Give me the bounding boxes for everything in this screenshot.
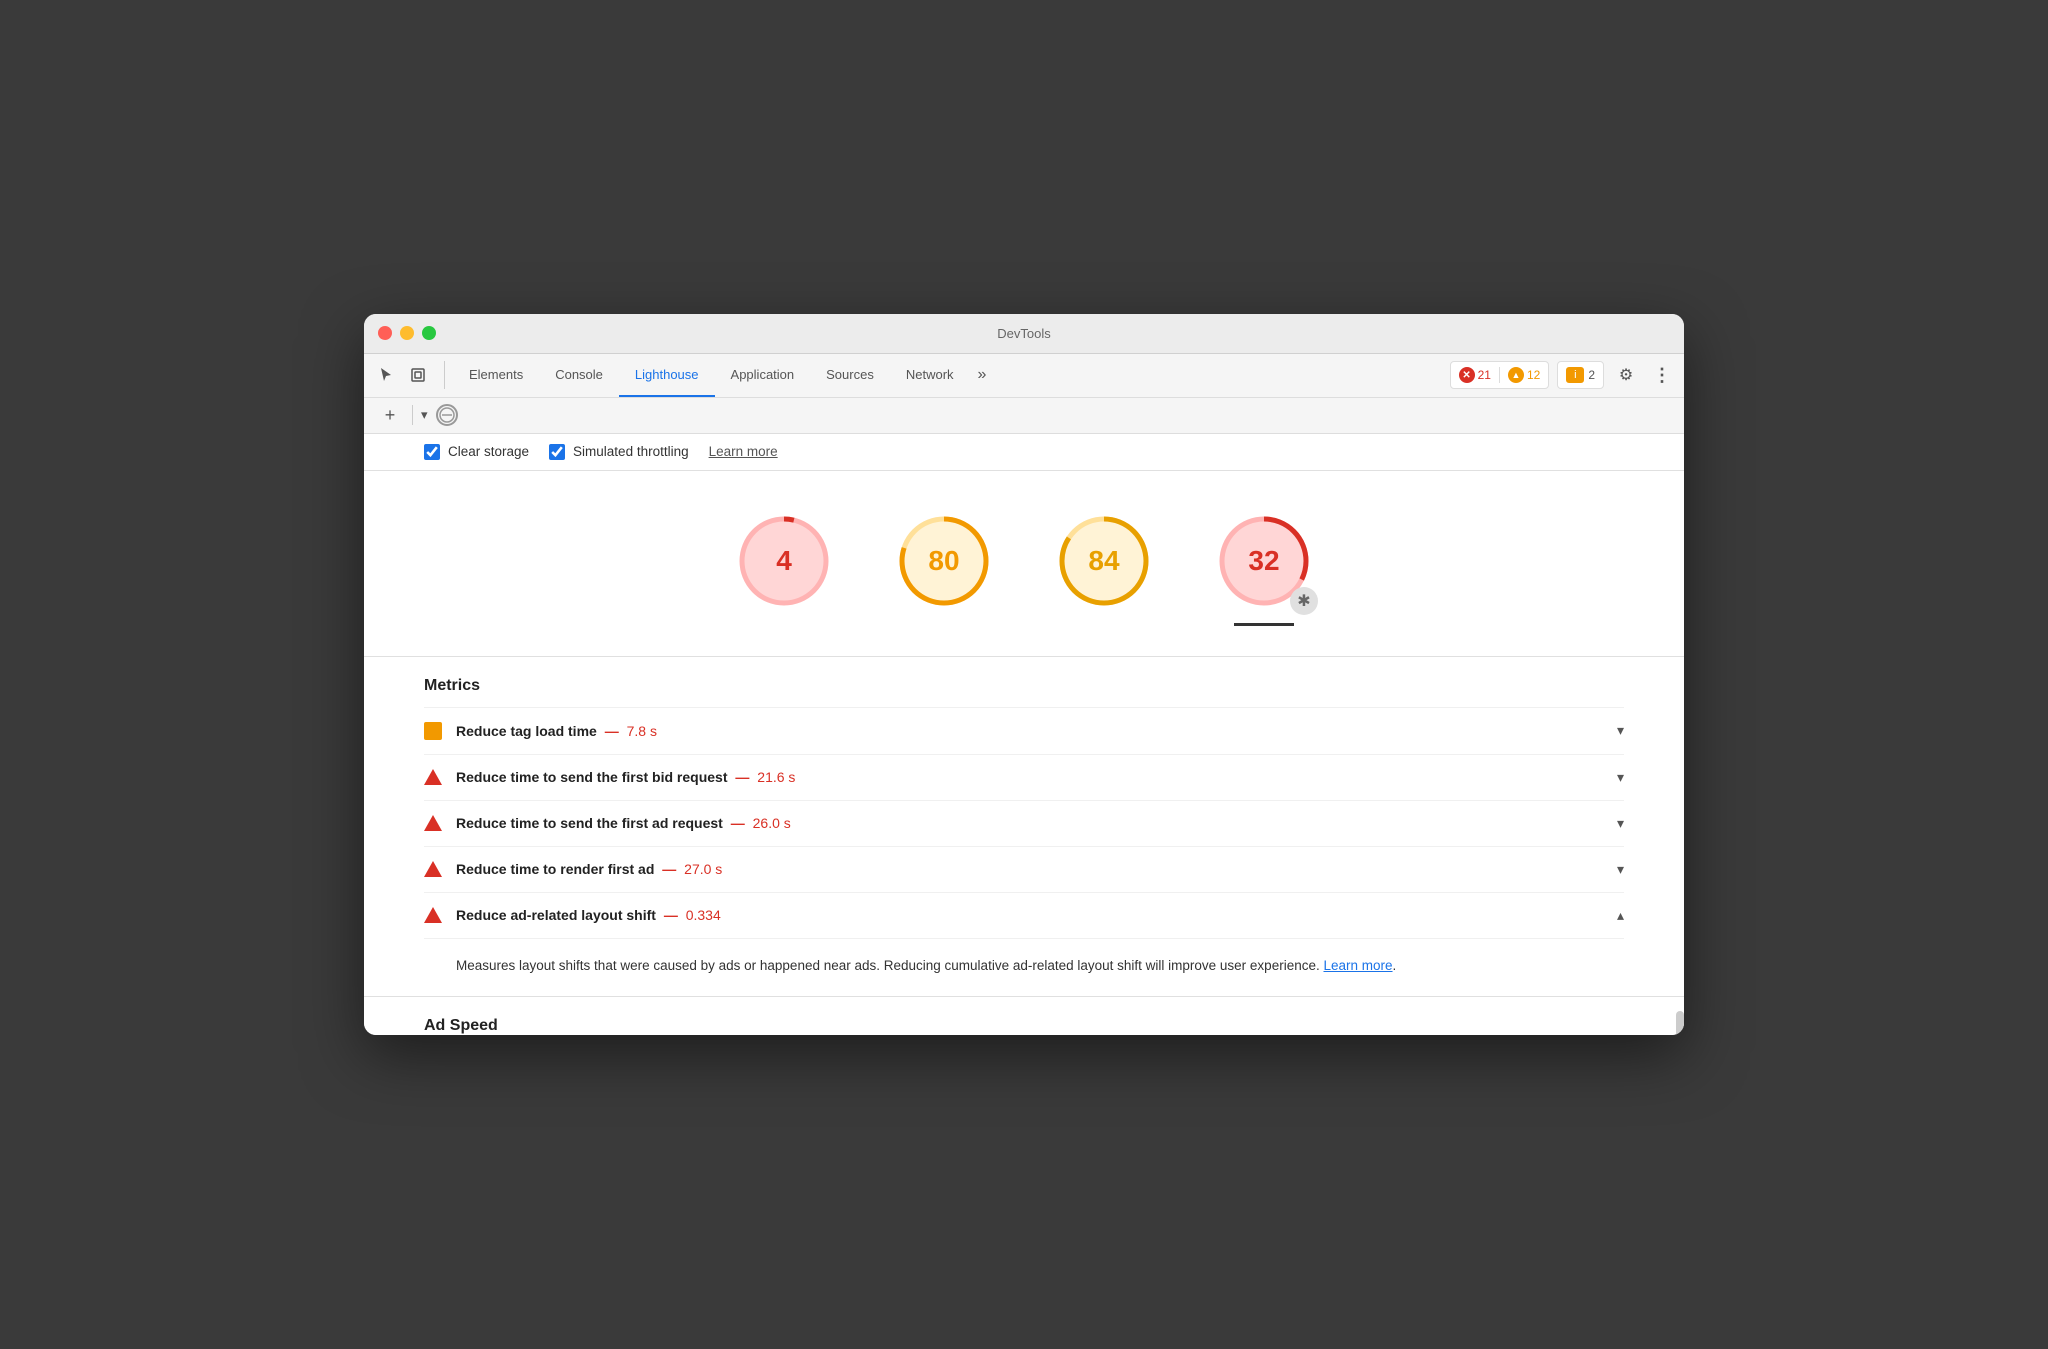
chevron-down-icon-2: ▾ <box>1617 769 1624 786</box>
metric-label-2: Reduce time to send the first bid reques… <box>456 769 1601 785</box>
warning-badge: ▲ 12 <box>1508 367 1540 383</box>
learn-more-link[interactable]: Learn more <box>709 444 778 459</box>
metric-row-3[interactable]: Reduce time to send the first ad request… <box>424 800 1624 846</box>
window-controls <box>378 326 436 340</box>
clear-storage-option[interactable]: Clear storage <box>424 444 529 460</box>
scrollbar[interactable] <box>1676 1011 1684 1036</box>
score-value-4: 32 <box>1248 545 1279 577</box>
metric-row-4[interactable]: Reduce time to render first ad — 27.0 s … <box>424 846 1624 892</box>
info-icon: i <box>1566 367 1584 383</box>
chevron-up-icon-5: ▴ <box>1617 907 1624 924</box>
metric-label-4: Reduce time to render first ad — 27.0 s <box>456 861 1601 877</box>
chevron-down-icon-3: ▾ <box>1617 815 1624 832</box>
error-warning-badge-group[interactable]: ✕ 21 ▲ 12 <box>1450 361 1550 389</box>
window-title: DevTools <box>997 326 1050 341</box>
clear-storage-checkbox[interactable] <box>424 444 440 460</box>
info-badge[interactable]: i 2 <box>1557 361 1604 389</box>
error-badge: ✕ 21 <box>1459 367 1491 383</box>
metric-row-1[interactable]: Reduce tag load time — 7.8 s ▾ <box>424 707 1624 754</box>
tab-elements[interactable]: Elements <box>453 353 539 397</box>
metric-5-description: Measures layout shifts that were caused … <box>456 939 1624 977</box>
toolbar: + ▾ <box>364 398 1684 434</box>
chevron-down-icon-1: ▾ <box>1617 722 1624 739</box>
metric-label-1: Reduce tag load time — 7.8 s <box>456 723 1601 739</box>
simulated-throttling-checkbox[interactable] <box>549 444 565 460</box>
maximize-button[interactable] <box>422 326 436 340</box>
metric-row-2[interactable]: Reduce time to send the first bid reques… <box>424 754 1624 800</box>
metric-icon-2 <box>424 769 442 785</box>
score-gauge-3: 84 <box>1054 511 1154 611</box>
warning-icon: ▲ <box>1508 367 1524 383</box>
error-icon: ✕ <box>1459 367 1475 383</box>
layers-icon[interactable] <box>404 361 432 389</box>
metric-5-expanded: Measures layout shifts that were caused … <box>424 938 1624 997</box>
metric-icon-1 <box>424 722 442 740</box>
simulated-throttling-option[interactable]: Simulated throttling <box>549 444 689 460</box>
score-value-3: 84 <box>1088 545 1119 577</box>
tabs: Elements Console Lighthouse Application … <box>453 353 1450 397</box>
metric-icon-4 <box>424 861 442 877</box>
options-bar: Clear storage Simulated throttling Learn… <box>364 434 1684 471</box>
more-tabs-button[interactable]: » <box>970 362 995 388</box>
metric-icon-3 <box>424 815 442 831</box>
dropdown-button[interactable]: ▾ <box>421 407 428 423</box>
score-circle-4: 32 ✱ <box>1214 511 1314 626</box>
tabbar-right: ✕ 21 ▲ 12 i 2 ⚙ ⋮ <box>1450 361 1676 389</box>
tab-network[interactable]: Network <box>890 353 970 397</box>
metric-row-5[interactable]: Reduce ad-related layout shift — 0.334 ▴ <box>424 892 1624 938</box>
chevron-down-icon-4: ▾ <box>1617 861 1624 878</box>
ad-speed-title: Ad Speed <box>424 1017 1624 1035</box>
devtools-window: DevTools Elements Console <box>364 314 1684 1036</box>
metric-label-3: Reduce time to send the first ad request… <box>456 815 1601 831</box>
tab-lighthouse[interactable]: Lighthouse <box>619 353 715 397</box>
score-circle-3: 84 <box>1054 511 1154 626</box>
settings-button[interactable]: ⚙ <box>1612 361 1640 389</box>
no-entry-icon[interactable] <box>436 404 458 426</box>
close-button[interactable] <box>378 326 392 340</box>
score-gauge-1: 4 <box>734 511 834 611</box>
chevron-down-icon: ▾ <box>421 407 428 423</box>
badge-divider <box>1499 367 1500 383</box>
add-button[interactable]: + <box>376 401 404 429</box>
metrics-title: Metrics <box>424 657 1624 707</box>
ad-speed-section: Ad Speed <box>364 996 1684 1035</box>
active-score-indicator <box>1234 623 1294 626</box>
tab-sources[interactable]: Sources <box>810 353 890 397</box>
metric-label-5: Reduce ad-related layout shift — 0.334 <box>456 907 1601 923</box>
main-content: 4 80 <box>364 471 1684 1036</box>
metrics-section: Metrics Reduce tag load time — 7.8 s ▾ R… <box>364 656 1684 997</box>
cursor-icon[interactable] <box>372 361 400 389</box>
tab-console[interactable]: Console <box>539 353 619 397</box>
score-circle-1: 4 <box>734 511 834 626</box>
metric-5-learn-more[interactable]: Learn more <box>1323 958 1392 973</box>
score-value-2: 80 <box>928 545 959 577</box>
score-value-1: 4 <box>776 545 792 577</box>
tabbar-tools <box>372 361 445 389</box>
titlebar: DevTools <box>364 314 1684 354</box>
score-gauge-4: 32 ✱ <box>1214 511 1314 611</box>
metric-icon-5 <box>424 907 442 923</box>
tab-application[interactable]: Application <box>715 353 811 397</box>
plugin-badge: ✱ <box>1290 587 1318 615</box>
tabbar: Elements Console Lighthouse Application … <box>364 354 1684 398</box>
scores-section: 4 80 <box>364 471 1684 656</box>
toolbar-divider <box>412 405 413 425</box>
score-circle-2: 80 <box>894 511 994 626</box>
score-gauge-2: 80 <box>894 511 994 611</box>
more-options-button[interactable]: ⋮ <box>1648 361 1676 389</box>
minimize-button[interactable] <box>400 326 414 340</box>
